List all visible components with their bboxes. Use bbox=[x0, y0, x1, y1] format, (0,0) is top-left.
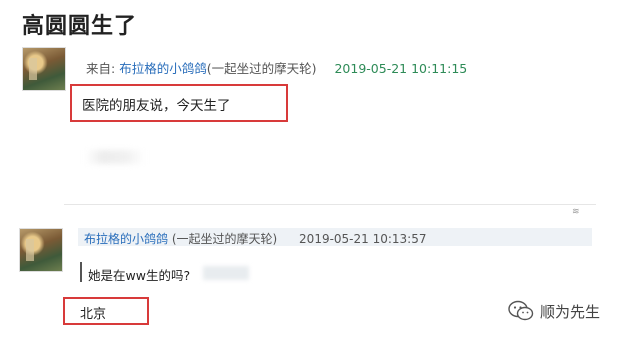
post-meta: 来自: 布拉格的小鸽鸽(一起坐过的摩天轮) 2019-05-21 10:11:1… bbox=[86, 58, 467, 77]
author-link[interactable]: 布拉格的小鸽鸽 bbox=[84, 232, 168, 246]
wechat-icon bbox=[508, 300, 534, 321]
blurred-name bbox=[203, 266, 249, 280]
answer-text: 北京 bbox=[80, 307, 107, 322]
author-paren: (一起坐过的摩天轮) bbox=[206, 61, 317, 76]
watermark: 顺为先生 bbox=[508, 300, 600, 322]
post-timestamp: 2019-05-21 10:13:57 bbox=[299, 232, 427, 246]
from-label: 来自: bbox=[86, 61, 116, 76]
post-content: 医院的朋友说，今天生了 bbox=[82, 98, 231, 114]
avatar[interactable] bbox=[19, 228, 63, 272]
expand-icon[interactable]: ≋ bbox=[572, 207, 580, 217]
author-paren: (一起坐过的摩天轮) bbox=[171, 232, 278, 246]
quote-bar bbox=[80, 262, 82, 282]
avatar[interactable] bbox=[22, 47, 66, 91]
divider bbox=[64, 204, 596, 205]
post-timestamp: 2019-05-21 10:11:15 bbox=[334, 61, 468, 76]
watermark-text: 顺为先生 bbox=[540, 302, 601, 321]
quote-text: 她是在ww生的吗? bbox=[88, 268, 191, 283]
page-title: 高圆圆生了 bbox=[22, 14, 138, 39]
post-meta: 布拉格的小鸽鸽 (一起坐过的摩天轮) 2019-05-21 10:13:57 bbox=[78, 228, 592, 246]
author-link[interactable]: 布拉格的小鸽鸽 bbox=[119, 61, 207, 76]
blurred-content bbox=[85, 150, 145, 164]
